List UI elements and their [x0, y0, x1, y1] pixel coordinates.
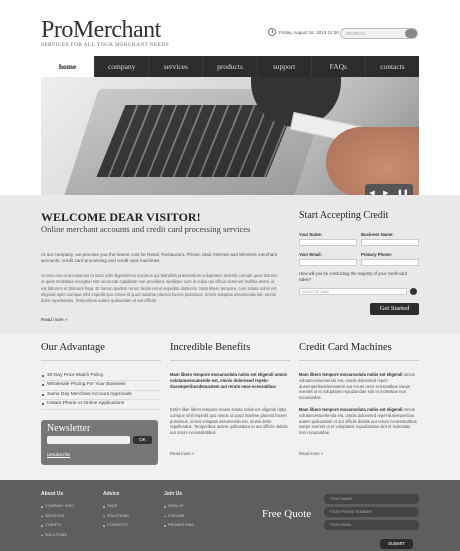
clock-icon [268, 28, 276, 36]
welcome-body: At vero eos et accusamus et iusto odio d… [41, 273, 278, 304]
business-label: Business Name: [361, 232, 394, 237]
date-text: Friday, August 16, 2013 12:00 [279, 29, 339, 35]
footer-advice-title: Advice [103, 491, 120, 497]
footer-link[interactable]: SOLUTIONS [103, 512, 129, 522]
nav-home[interactable]: home [41, 56, 96, 77]
footer-link[interactable]: SIGN UP [164, 502, 194, 512]
machines-divider [299, 360, 419, 361]
phone-label: Primary Phone: [361, 252, 392, 257]
quote-submit-button[interactable]: SUBMIT [380, 539, 413, 549]
benefits-text: Entim liber libero tempore maelo soluta … [170, 407, 288, 436]
footer-link[interactable]: FAQS [103, 502, 129, 512]
advantage-list: 30-Day Price Match Policy Wholesale Pric… [41, 372, 161, 410]
nav-support[interactable]: support [258, 56, 312, 77]
advantage-item[interactable]: 30-Day Price Match Policy [41, 372, 161, 382]
footer-link[interactable]: PROMOTIONS [164, 521, 194, 531]
logo[interactable]: ProMerchant [41, 17, 161, 44]
get-started-button[interactable]: Get Started [370, 303, 419, 315]
search-button[interactable] [405, 29, 417, 38]
advantage-item[interactable]: Instant Phone or Online Applications [41, 400, 161, 410]
sales-question: How will you be conducting the majority … [299, 271, 407, 282]
welcome-title: WELCOME DEAR VISITOR! [41, 210, 201, 224]
email-field[interactable] [299, 259, 357, 266]
advantage-title: Our Advantage [41, 342, 105, 353]
name-field[interactable] [299, 239, 357, 246]
start-accepting-title: Start Accepting Credit [299, 210, 389, 221]
main-nav: home company services products support F… [41, 56, 419, 77]
welcome-read-more-link[interactable]: Read more » [41, 317, 68, 322]
nav-products[interactable]: products [203, 56, 258, 77]
footer-link[interactable]: FORUMS [164, 512, 194, 522]
nav-faqs[interactable]: FAQs [312, 56, 366, 77]
hero-image [41, 77, 419, 195]
tagline: SERVICES FOR ALL YOUR MERCHANT NEEDS [41, 42, 169, 48]
benefits-title: Incredible Benefits [170, 342, 251, 353]
footer-link[interactable]: SERVICES [41, 512, 74, 522]
footer-link[interactable]: COMPANY INFO [41, 502, 74, 512]
newsletter-ok-button[interactable]: OK [133, 436, 152, 444]
machines-block-1: Mam libero tempore mosunsoluta nobis est… [299, 372, 415, 401]
business-field[interactable] [361, 239, 419, 246]
footer-advice-list: FAQS SOLUTIONS CONTACTS [103, 502, 129, 531]
quote-name-input[interactable]: YOUR NAME [324, 494, 419, 504]
welcome-subtitle: Online merchant accounts and credit card… [41, 224, 251, 234]
advantage-item[interactable]: Same Day Merchant Account Approvals [41, 391, 161, 401]
nav-company[interactable]: company [95, 56, 150, 77]
footer-about-title: About Us [41, 491, 64, 497]
footer-link[interactable]: CLIENTS [41, 521, 74, 531]
date-display: Friday, August 16, 2013 12:00 [268, 28, 339, 36]
email-label: Your Email: [299, 252, 322, 257]
advantage-divider [41, 360, 161, 361]
newsletter-title: Newsletter [47, 423, 91, 434]
benefits-lead: Mam libero tempore mosunsoluta nobis est… [170, 372, 288, 389]
name-label: Your Name: [299, 232, 323, 237]
advantage-item[interactable]: Wholesale Pricing For Your Business [41, 381, 161, 391]
footer-link[interactable]: CONTACTS [103, 521, 129, 531]
footer-link[interactable]: SOLUTIONS [41, 531, 74, 541]
nav-contacts[interactable]: contacts [366, 56, 419, 77]
newsletter-email-input[interactable] [47, 436, 130, 444]
sales-method-select[interactable]: CHOOSE ONE [299, 288, 407, 295]
welcome-intro: At our company, we promise you the lowes… [41, 252, 278, 264]
quote-email-input[interactable]: YOUR EMAIL [324, 520, 419, 530]
phone-field[interactable] [361, 259, 419, 266]
benefits-read-more-link[interactable]: Read more » [170, 451, 194, 457]
quote-phone-input[interactable]: YOUR PHONE NUMBER [324, 507, 419, 517]
header: ProMerchant SERVICES FOR ALL YOUR MERCHA… [0, 0, 460, 56]
footer-join-list: SIGN UP FORUMS PROMOTIONS [164, 502, 194, 531]
footer-join-title: Join Us [164, 491, 183, 497]
page: ProMerchant SERVICES FOR ALL YOUR MERCHA… [0, 0, 460, 551]
free-quote-title: Free Quote [262, 508, 312, 520]
footer-about-list: COMPANY INFO SERVICES CLIENTS SOLUTIONS [41, 502, 74, 540]
nav-services[interactable]: services [149, 56, 204, 77]
select-arrow-icon[interactable] [410, 288, 417, 295]
machines-title: Credit Card Machines [299, 342, 392, 353]
benefits-divider [170, 360, 290, 361]
unsubscribe-link[interactable]: Unsubscribe [47, 452, 70, 457]
machines-read-more-link[interactable]: Read more » [299, 451, 323, 457]
machines-block-2: Mam libero tempore mosunsoluta nobis est… [299, 407, 417, 436]
